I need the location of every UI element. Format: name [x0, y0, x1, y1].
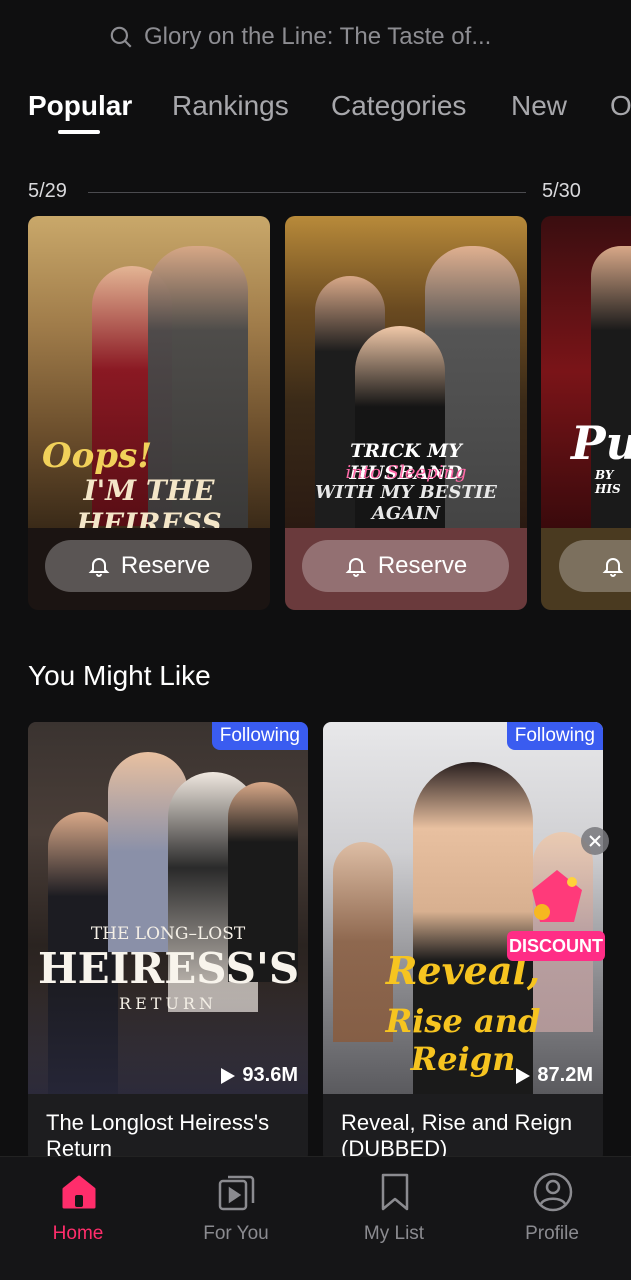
- reserve-button[interactable]: Reserve: [302, 540, 509, 592]
- poster-title: into Sleeping: [345, 462, 467, 483]
- poster-title: THE LONG–LOST: [90, 924, 246, 944]
- poster-image: Pu BY HIS: [541, 216, 631, 528]
- close-icon[interactable]: [581, 827, 609, 855]
- reserve-label: Reserve: [120, 552, 211, 579]
- date-label: 5/29: [28, 180, 67, 202]
- tab-popular[interactable]: Popular: [28, 90, 132, 122]
- nav-label: Home: [52, 1223, 104, 1244]
- bell-icon: [602, 558, 624, 577]
- nav-my-list[interactable]: My List: [334, 1157, 454, 1280]
- view-count: 87.2M: [515, 1064, 593, 1087]
- reserve-button[interactable]: Reserve: [45, 540, 252, 592]
- reserve-card[interactable]: Pu BY HIS: [541, 216, 631, 610]
- reserve-card[interactable]: Oops! I'M THE HEIRESS Reserve: [28, 216, 270, 610]
- play-icon: [221, 1067, 236, 1084]
- home-icon: [62, 1175, 96, 1209]
- poster-title: HEIRESS'S: [38, 944, 300, 993]
- timeline-divider: [88, 192, 526, 193]
- active-tab-indicator: [58, 130, 100, 134]
- tab-rankings[interactable]: Rankings: [172, 90, 289, 122]
- poster-image: Oops! I'M THE HEIRESS: [28, 216, 270, 540]
- nav-label: Profile: [525, 1223, 579, 1244]
- date-label: 5/30: [542, 180, 581, 202]
- tab-more[interactable]: O: [610, 90, 631, 122]
- section-title: You Might Like: [28, 660, 211, 691]
- poster-title: Pu: [571, 416, 631, 470]
- reserve-card[interactable]: TRICK MY HUSBAND into Sleeping WITH MY B…: [285, 216, 527, 610]
- nav-for-you[interactable]: For You: [176, 1157, 296, 1280]
- nav-label: For You: [203, 1223, 269, 1244]
- bell-icon: [345, 558, 367, 577]
- bookmark-icon: [381, 1173, 409, 1211]
- bell-icon: [88, 558, 110, 577]
- search-icon: [110, 26, 132, 48]
- view-count-value: 87.2M: [537, 1064, 593, 1086]
- reserve-button[interactable]: [559, 540, 631, 592]
- poster-title: BY HIS: [595, 468, 621, 496]
- view-count: 93.6M: [220, 1064, 298, 1087]
- bottom-navigation: Home For You My List Profile: [0, 1156, 631, 1280]
- tab-new[interactable]: New: [511, 90, 567, 122]
- show-title: The Longlost Heiress's Return: [46, 1110, 270, 1161]
- view-count-value: 93.6M: [242, 1064, 298, 1086]
- poster-title: RETURN: [119, 994, 217, 1013]
- profile-icon: [533, 1172, 573, 1212]
- search-placeholder: Glory on the Line: The Taste of...: [144, 23, 492, 50]
- following-badge: Following: [211, 722, 308, 750]
- reserve-label: Reserve: [377, 552, 468, 579]
- nav-label: My List: [363, 1223, 425, 1244]
- show-card[interactable]: THE LONG–LOST HEIRESS'S RETURN Following…: [28, 722, 308, 1162]
- discount-badge[interactable]: DISCOUNT: [507, 931, 605, 961]
- search-bar[interactable]: Glory on the Line: The Taste of...: [0, 0, 631, 74]
- poster-title: Oops!: [42, 436, 153, 476]
- following-badge: Following: [506, 722, 603, 750]
- nav-home[interactable]: Home: [18, 1157, 138, 1280]
- poster-image: THE LONG–LOST HEIRESS'S RETURN: [28, 722, 308, 1094]
- nav-profile[interactable]: Profile: [492, 1157, 612, 1280]
- show-title: Reveal, Rise and Reign (DUBBED): [341, 1110, 573, 1161]
- gift-icon[interactable]: [522, 860, 592, 930]
- poster-image: TRICK MY HUSBAND into Sleeping WITH MY B…: [285, 216, 527, 528]
- tab-categories[interactable]: Categories: [331, 90, 466, 122]
- poster-title: WITH MY BESTIE AGAIN: [315, 482, 497, 524]
- play-icon: [516, 1067, 531, 1084]
- play-stack-icon: [218, 1175, 255, 1211]
